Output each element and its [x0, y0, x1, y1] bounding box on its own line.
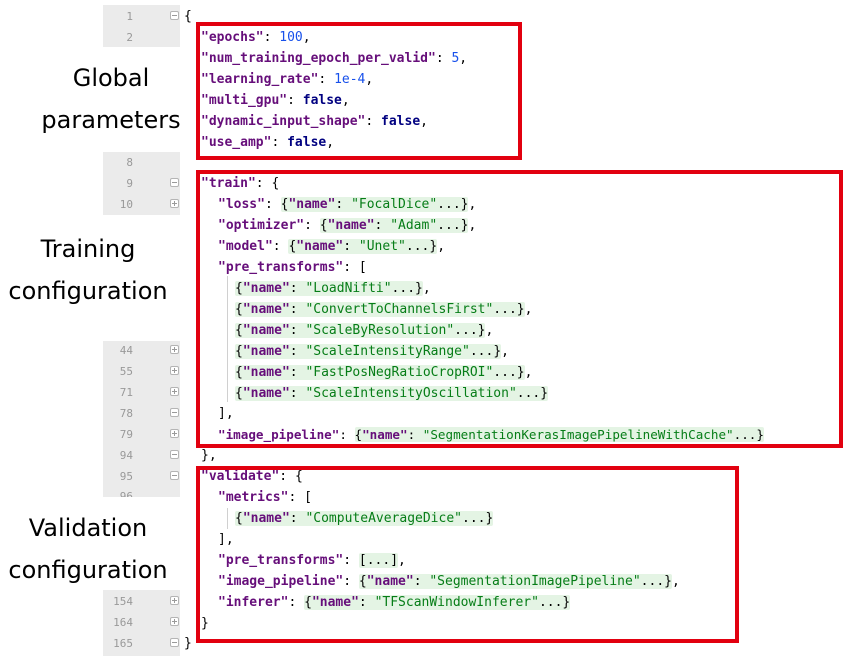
code-line: } [184, 633, 192, 654]
fold-toggle-icon[interactable] [170, 408, 179, 417]
expand-fold-icon[interactable] [170, 387, 179, 396]
line-number: 71 [119, 386, 133, 399]
line-number: 164 [113, 616, 133, 629]
line-number: 44 [119, 344, 133, 357]
expand-fold-icon[interactable] [170, 429, 179, 438]
line-number: 9 [126, 177, 133, 190]
label-line: parameters [41, 106, 181, 134]
fold-toggle-icon[interactable] [170, 638, 179, 647]
label-line: configuration [8, 556, 168, 584]
validation-configuration-label: Validation configuration [0, 507, 183, 591]
close-brace: } [184, 636, 192, 651]
expand-fold-icon[interactable] [170, 345, 179, 354]
global-parameters-highlight [196, 22, 522, 160]
fold-toggle-icon[interactable] [170, 471, 179, 480]
validation-configuration-highlight [196, 466, 739, 643]
training-configuration-label: Training configuration [0, 228, 183, 312]
expand-fold-icon[interactable] [170, 596, 179, 605]
fold-toggle-icon[interactable] [170, 178, 179, 187]
code-line: }, [201, 448, 217, 463]
line-number: 154 [113, 595, 133, 608]
line-number: 165 [113, 637, 133, 650]
training-configuration-highlight [196, 170, 843, 448]
code-line: { [184, 6, 192, 27]
global-parameters-label: Global parameters [16, 57, 206, 141]
line-number: 10 [119, 198, 133, 211]
label-line: Validation [28, 514, 148, 542]
fold-toggle-icon[interactable] [170, 11, 179, 20]
line-number: 55 [119, 365, 133, 378]
expand-fold-icon[interactable] [170, 199, 179, 208]
label-line: Training [40, 235, 136, 263]
line-number: 8 [126, 156, 133, 169]
line-number: 1 [126, 10, 133, 23]
line-number: 78 [119, 407, 133, 420]
label-line: configuration [8, 277, 168, 305]
expand-fold-icon[interactable] [170, 366, 179, 375]
line-number: 79 [119, 428, 133, 441]
open-brace: { [184, 9, 192, 24]
expand-fold-icon[interactable] [170, 617, 179, 626]
close-brace: } [201, 448, 209, 463]
line-number: 96 [119, 490, 133, 497]
line-number: 95 [119, 470, 133, 483]
fold-toggle-icon[interactable] [170, 450, 179, 459]
label-line: Global [72, 64, 150, 92]
line-number: 94 [119, 449, 133, 462]
line-number: 2 [126, 31, 133, 44]
